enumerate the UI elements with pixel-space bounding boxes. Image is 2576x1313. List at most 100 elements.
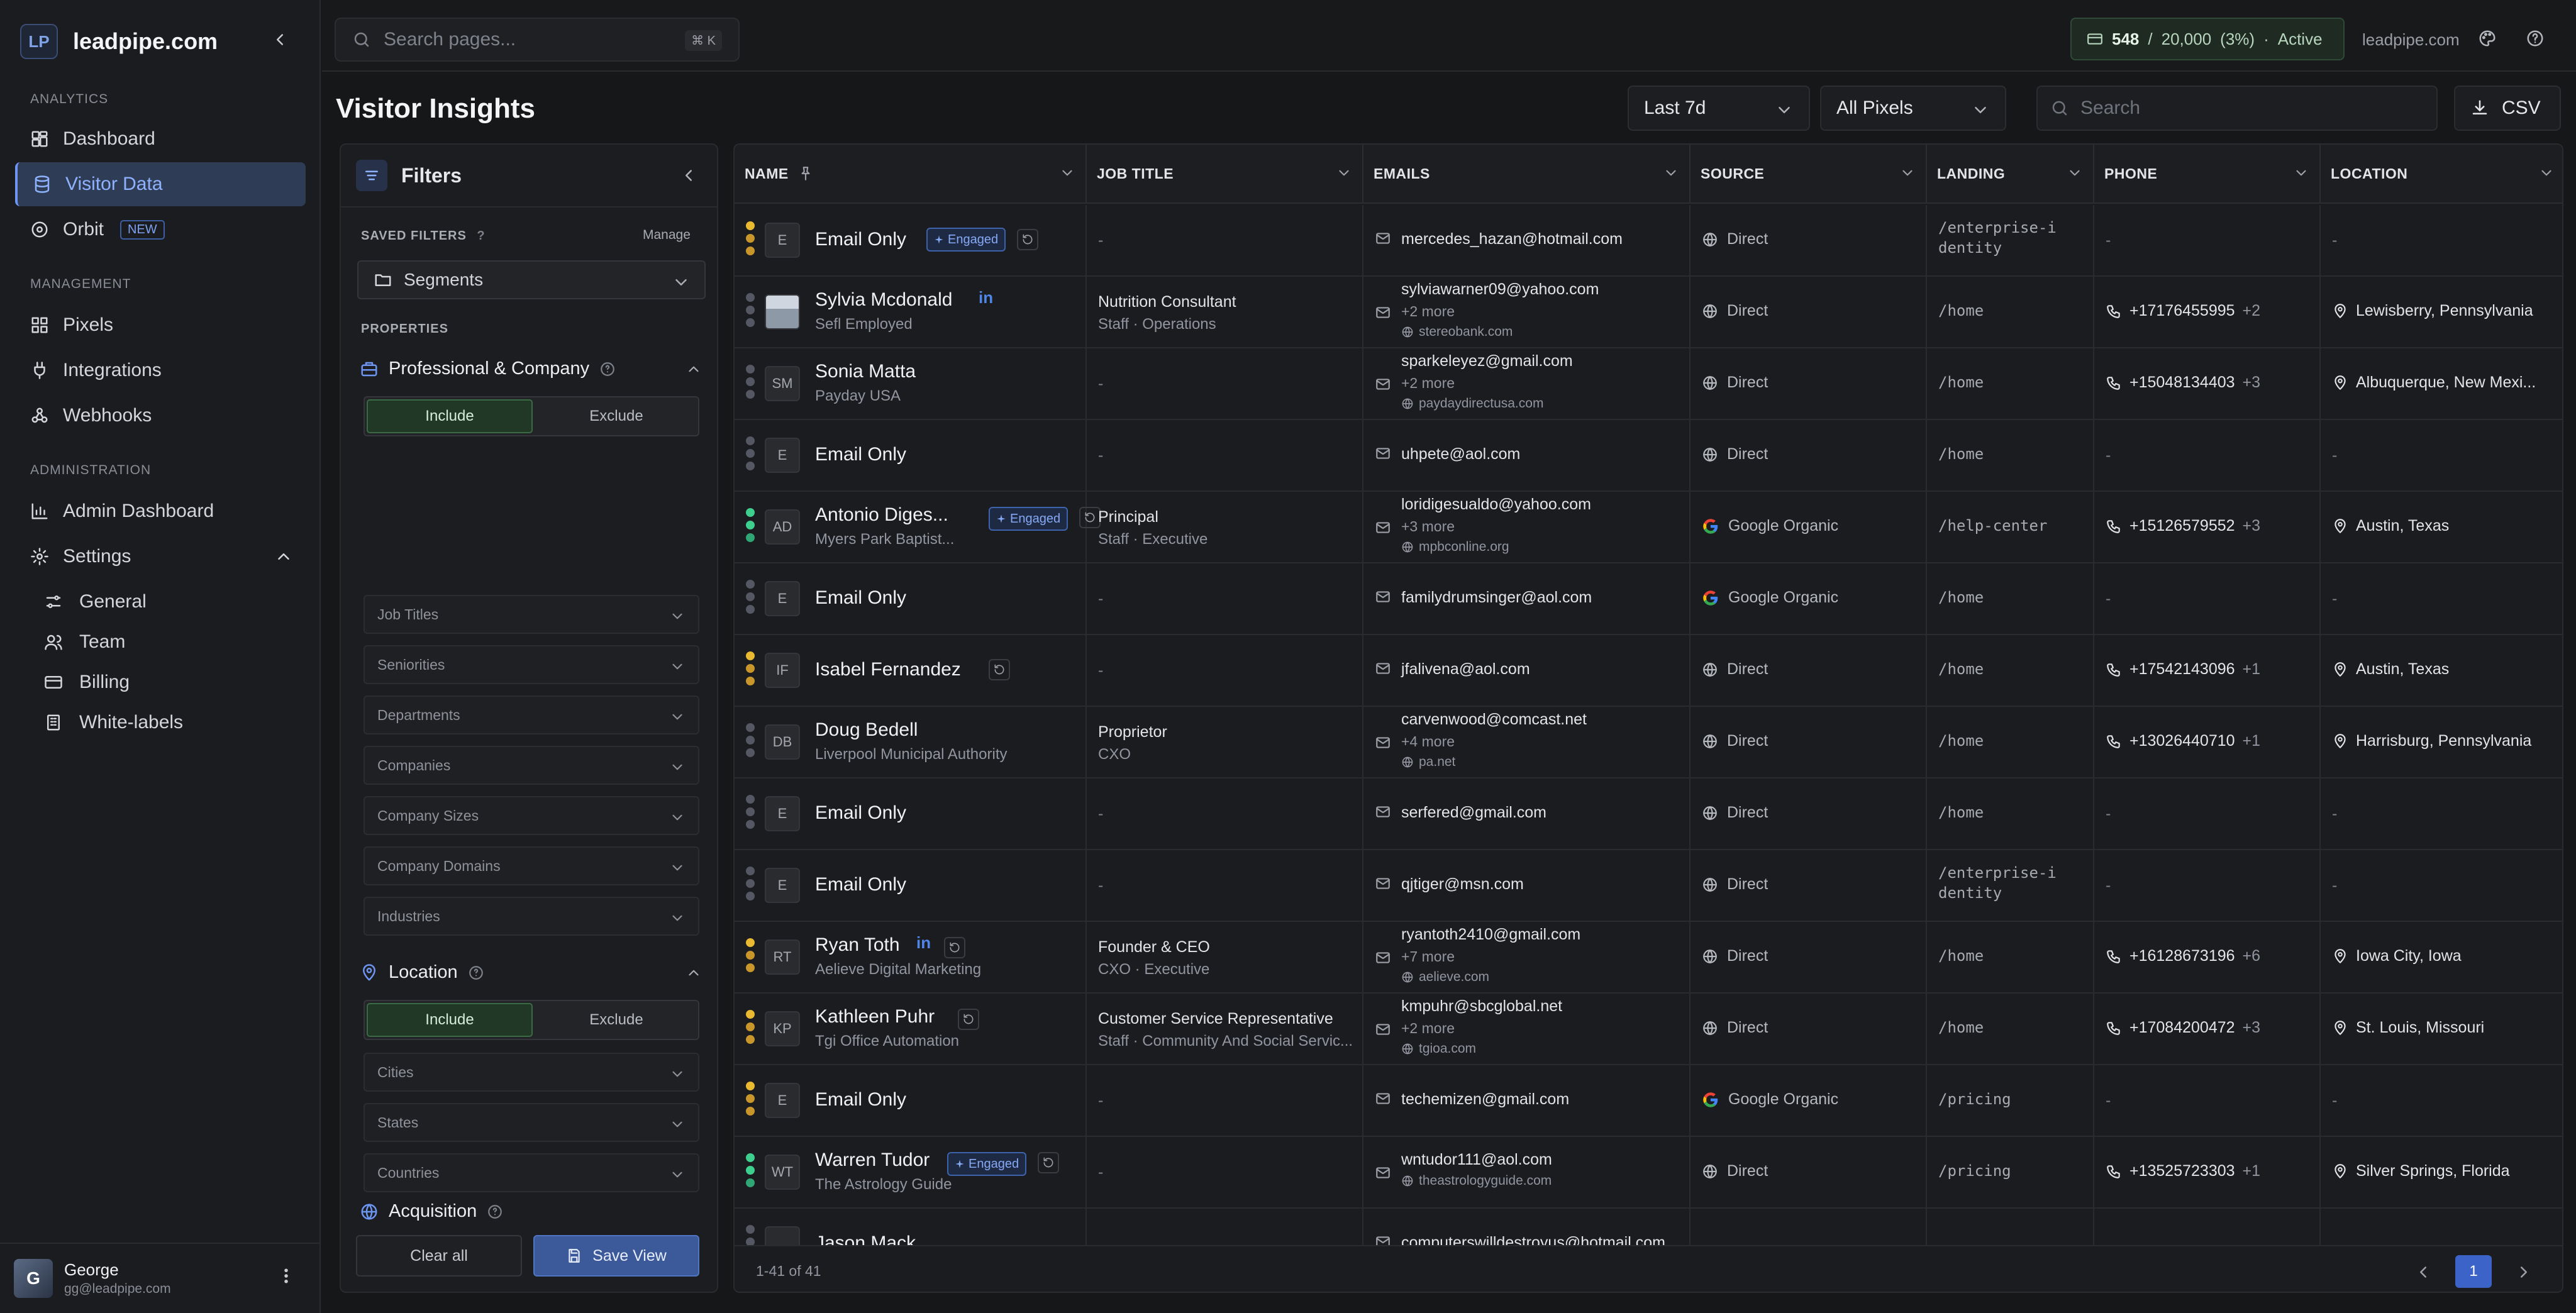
email-address[interactable]: loridigesualdo@yahoo.com <box>1401 496 1591 514</box>
phone[interactable]: +13026440710 +1 <box>2106 732 2260 750</box>
include-option[interactable]: Include <box>367 399 533 433</box>
visitor-name[interactable]: Sylvia Mcdonald <box>815 289 952 311</box>
phone[interactable]: +16128673196 +6 <box>2106 947 2260 965</box>
visitor-name[interactable]: Doug Bedell <box>815 719 918 741</box>
email-address[interactable]: techemizen@gmail.com <box>1401 1090 1569 1109</box>
field-countries[interactable]: Countries <box>364 1153 699 1192</box>
user-card[interactable]: G George gg@leadpipe.com <box>0 1243 319 1313</box>
email-address[interactable]: kmpuhr@sbcglobal.net <box>1401 997 1562 1016</box>
email-address[interactable]: mercedes_hazan@hotmail.com <box>1401 230 1623 248</box>
table-row[interactable]: IF Isabel Fernandez - jfalivena@aol.com Dire… <box>735 635 2562 707</box>
exclude-option[interactable]: Exclude <box>535 1001 698 1039</box>
column-header-phone[interactable]: PHONE <box>2094 145 2321 204</box>
palette-icon[interactable] <box>2478 29 2497 48</box>
table-row[interactable]: E Email Only - qjtiger@msn.com Direct/enterp… <box>735 850 2562 922</box>
table-row[interactable]: SM Sonia Matta Payday USA - sparkeleyez@gmai… <box>735 348 2562 420</box>
settings-white-labels[interactable]: White-labels <box>44 707 183 738</box>
refresh-icon[interactable] <box>944 937 965 958</box>
visitor-name[interactable]: Ryan Toth <box>815 934 900 956</box>
phone[interactable]: +13525723303 +1 <box>2106 1162 2260 1180</box>
table-search-input[interactable]: Search <box>2036 86 2438 131</box>
export-csv-button[interactable]: CSV <box>2454 86 2561 131</box>
table-row[interactable]: WT Warren Tudor The Astrology Guide Engaged… <box>735 1137 2562 1209</box>
table-row[interactable]: E Email Only - serfered@gmail.com Direct/hom… <box>735 778 2562 850</box>
table-row[interactable]: KP Kathleen Puhr Tgi Office Automation Cust… <box>735 994 2562 1065</box>
sidebar-item-visitor-data[interactable]: Visitor Data <box>15 162 306 206</box>
email-more[interactable]: +2 more <box>1401 303 1455 320</box>
clear-all-button[interactable]: Clear all <box>356 1235 522 1277</box>
visitor-name[interactable]: Email Only <box>815 1089 906 1111</box>
table-row[interactable]: Sylvia Mcdonald Sefl Employed in Nutrition … <box>735 277 2562 348</box>
linkedin-icon[interactable]: in <box>979 288 993 307</box>
phone[interactable]: +17084200472 +3 <box>2106 1019 2260 1037</box>
email-address[interactable]: serfered@gmail.com <box>1401 804 1546 822</box>
column-header-location[interactable]: LOCATION <box>2321 145 2562 204</box>
visitor-name[interactable]: Email Only <box>815 802 906 824</box>
landing-path[interactable]: /home <box>1938 445 1984 463</box>
visitor-name[interactable]: Email Only <box>815 229 906 250</box>
column-header-source[interactable]: SOURCE <box>1690 145 1927 204</box>
segments-select[interactable]: Segments <box>357 260 706 299</box>
landing-path[interactable]: /home <box>1938 660 1984 678</box>
phone[interactable]: +17542143096 +1 <box>2106 660 2260 679</box>
email-address[interactable]: sparkeleyez@gmail.com <box>1401 352 1573 370</box>
quota-badge[interactable]: 548 / 20,000 (3%) · Active <box>2070 18 2345 60</box>
email-address[interactable]: uhpete@aol.com <box>1401 445 1520 463</box>
field-industries[interactable]: Industries <box>364 897 699 936</box>
email-more[interactable]: +7 more <box>1401 948 1455 965</box>
column-header-job-title[interactable]: JOB TITLE <box>1087 145 1363 204</box>
include-option[interactable]: Include <box>367 1003 533 1037</box>
table-row[interactable]: E Email Only - familydrumsinger@aol.com Goog… <box>735 563 2562 635</box>
sidebar-item-integrations[interactable]: Integrations <box>15 348 306 392</box>
settings-team[interactable]: Team <box>44 626 125 658</box>
pixel-select[interactable]: All Pixels <box>1820 86 2006 131</box>
field-company-domains[interactable]: Company Domains <box>364 846 699 885</box>
include-exclude-toggle[interactable]: Include Exclude <box>364 1000 699 1040</box>
field-seniorities[interactable]: Seniorities <box>364 645 699 684</box>
sidebar-item-settings[interactable]: Settings <box>15 535 306 579</box>
landing-path[interactable]: /pricing <box>1938 1090 2011 1108</box>
email-address[interactable]: jfalivena@aol.com <box>1401 660 1530 679</box>
pin-icon[interactable] <box>797 165 814 182</box>
visitor-name[interactable]: Email Only <box>815 444 906 465</box>
phone[interactable]: +15048134403 +3 <box>2106 374 2260 392</box>
phone[interactable]: +17176455995 +2 <box>2106 302 2260 320</box>
search-pages-input[interactable]: Search pages... ⌘ K <box>335 18 740 62</box>
visitor-name[interactable]: Antonio Diges... <box>815 504 948 526</box>
visitor-name[interactable]: Sonia Matta <box>815 361 916 382</box>
chevron-up-icon[interactable] <box>686 361 702 377</box>
save-view-button[interactable]: Save View <box>533 1235 699 1277</box>
table-row[interactable]: E Email Only - techemizen@gmail.com Google O… <box>735 1065 2562 1137</box>
email-address[interactable]: familydrumsinger@aol.com <box>1401 589 1592 607</box>
refresh-icon[interactable] <box>958 1009 979 1030</box>
chevron-left-icon[interactable] <box>2414 1263 2433 1282</box>
field-companies[interactable]: Companies <box>364 746 699 785</box>
settings-general[interactable]: General <box>44 586 147 618</box>
table-row[interactable]: DB Doug Bedell Liverpool Municipal Authori… <box>735 707 2562 778</box>
email-address[interactable]: ryantoth2410@gmail.com <box>1401 926 1580 944</box>
field-departments[interactable]: Departments <box>364 695 699 734</box>
chevron-right-icon[interactable] <box>2514 1263 2533 1282</box>
landing-path[interactable]: /enterprise-identity <box>1938 863 2064 903</box>
help-icon[interactable] <box>2526 29 2545 48</box>
page-number-button[interactable]: 1 <box>2455 1255 2492 1288</box>
linkedin-icon[interactable]: in <box>916 933 931 953</box>
more-vertical-icon[interactable] <box>277 1266 296 1285</box>
field-cities[interactable]: Cities <box>364 1053 699 1092</box>
landing-path[interactable]: /home <box>1938 374 1984 391</box>
landing-path[interactable]: /home <box>1938 732 1984 750</box>
landing-path[interactable]: /home <box>1938 804 1984 821</box>
email-more[interactable]: +3 more <box>1401 518 1455 535</box>
landing-path[interactable]: /home <box>1938 947 1984 965</box>
sidebar-item-admin-dashboard[interactable]: Admin Dashboard <box>15 489 306 533</box>
visitor-name[interactable]: Email Only <box>815 587 906 609</box>
email-more[interactable]: +2 more <box>1401 1020 1455 1037</box>
visitor-name[interactable]: Isabel Fernandez <box>815 659 961 680</box>
group-professional-company[interactable]: Professional & Company <box>360 358 616 379</box>
email-address[interactable]: sylviawarner09@yahoo.com <box>1401 280 1599 299</box>
column-header-landing[interactable]: LANDING <box>1927 145 2094 204</box>
table-row[interactable]: E Email Only Engaged - mercedes_hazan@hotmai… <box>735 205 2562 277</box>
landing-path[interactable]: /enterprise-identity <box>1938 218 2064 258</box>
sidebar-item-pixels[interactable]: Pixels <box>15 303 306 347</box>
manage-filters-link[interactable]: Manage <box>643 228 691 243</box>
